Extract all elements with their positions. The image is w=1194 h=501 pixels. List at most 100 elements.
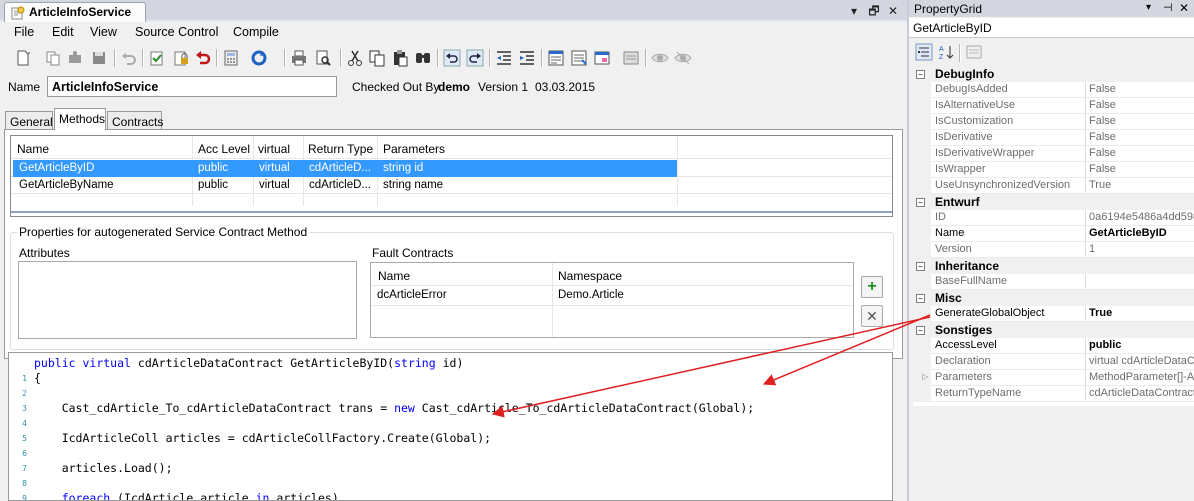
undo-red-icon[interactable] [194, 49, 212, 67]
calculator-icon[interactable] [222, 49, 240, 67]
property-value[interactable]: False [1089, 99, 1194, 111]
undo-icon[interactable] [443, 49, 461, 67]
property-row[interactable]: IsAlternativeUse False [913, 98, 1194, 114]
puzzle-icon[interactable] [66, 49, 84, 67]
property-value[interactable]: False [1089, 163, 1194, 175]
code-editor[interactable]: public virtual cdArticleDataContract Get… [8, 352, 893, 501]
property-value[interactable]: 0a6194e5486a4dd598 [1089, 211, 1194, 223]
dropdown-icon[interactable]: ▾ [1146, 2, 1151, 13]
view-icon[interactable] [651, 49, 669, 67]
selected-object-name[interactable]: GetArticleByID [909, 18, 1194, 38]
table-row[interactable]: GetArticleByID public virtual cdArticleD… [13, 160, 677, 177]
pin-icon[interactable]: ⊣ [1163, 1, 1173, 14]
print-icon[interactable] [290, 49, 308, 67]
cell-parameters[interactable]: string name [377, 177, 677, 194]
property-value[interactable]: MethodParameter[]-Arra [1089, 371, 1194, 383]
remove-fault-button[interactable]: ✕ [861, 305, 883, 327]
property-row[interactable]: ID 0a6194e5486a4dd598 [913, 210, 1194, 226]
property-value[interactable]: 1 [1089, 243, 1194, 255]
cell-return-type[interactable]: cdArticleD... [303, 160, 377, 177]
sort-alpha-icon[interactable]: AZ [937, 43, 955, 61]
undo-gray-icon[interactable] [120, 49, 138, 67]
tab-general[interactable]: General [5, 111, 53, 131]
cell-fault-name[interactable]: dcArticleError [371, 287, 552, 304]
property-value[interactable]: False [1089, 131, 1194, 143]
uncomment-icon[interactable] [570, 49, 588, 67]
categorized-icon[interactable] [915, 43, 933, 61]
add-fault-button[interactable]: + [861, 276, 883, 298]
paste-icon[interactable] [391, 49, 409, 67]
property-row[interactable]: AccessLevel public [913, 338, 1194, 354]
restore-icon[interactable]: 🗗 [866, 3, 882, 19]
cell-name[interactable]: GetArticleByID [13, 160, 192, 177]
menu-file[interactable]: File [14, 25, 34, 39]
property-row[interactable]: IsDerivativeWrapper False [913, 146, 1194, 162]
property-row[interactable]: IsWrapper False [913, 162, 1194, 178]
property-value[interactable]: GetArticleByID [1089, 227, 1194, 239]
save-icon[interactable] [90, 49, 108, 67]
menu-edit[interactable]: Edit [52, 25, 74, 39]
redo-icon[interactable] [466, 49, 484, 67]
form-icon[interactable] [622, 49, 640, 67]
checkin-icon[interactable] [148, 49, 166, 67]
hide-icon[interactable] [674, 49, 692, 67]
cell-virtual[interactable]: virtual [253, 160, 303, 177]
property-row[interactable]: Declaration virtual cdArticleDataCo [913, 354, 1194, 370]
property-value[interactable]: True [1089, 179, 1194, 191]
property-row[interactable]: GenerateGlobalObject True [913, 306, 1194, 322]
lock-icon[interactable] [172, 49, 190, 67]
collapse-icon[interactable]: − [916, 326, 925, 335]
property-row[interactable]: IsDerivative False [913, 130, 1194, 146]
menu-compile[interactable]: Compile [233, 25, 279, 39]
expand-icon[interactable]: ▷ [922, 372, 928, 381]
refresh-icon[interactable] [250, 49, 268, 67]
property-value[interactable]: False [1089, 115, 1194, 127]
category-entwurf[interactable]: − Entwurf [913, 194, 1194, 210]
cell-parameters[interactable]: string id [377, 160, 677, 177]
window-icon[interactable] [593, 49, 611, 67]
property-value[interactable]: True [1089, 307, 1194, 319]
copy-icon[interactable] [368, 49, 386, 67]
new-icon[interactable] [14, 49, 32, 67]
tab-methods[interactable]: Methods [54, 108, 106, 130]
property-row[interactable]: ReturnTypeName cdArticleDataContract [913, 386, 1194, 402]
menu-source-control[interactable]: Source Control [135, 25, 218, 39]
dropdown-icon[interactable]: ▾ [846, 3, 862, 19]
document-tab[interactable]: ArticleInfoService [4, 2, 146, 22]
cell-acc-level[interactable]: public [192, 160, 253, 177]
category-sonstiges[interactable]: − Sonstiges [913, 322, 1194, 338]
property-row[interactable]: DebugIsAdded False [913, 82, 1194, 98]
comment-icon[interactable] [547, 49, 565, 67]
collapse-icon[interactable]: − [916, 294, 925, 303]
property-row[interactable]: ▷ Parameters MethodParameter[]-Arra [913, 370, 1194, 386]
property-value[interactable]: False [1089, 147, 1194, 159]
property-row[interactable]: Version 1 [913, 242, 1194, 258]
print-preview-icon[interactable] [314, 49, 332, 67]
cut-icon[interactable] [346, 49, 364, 67]
table-row[interactable]: dcArticleError Demo.Article [371, 286, 853, 305]
collapse-icon[interactable]: − [916, 198, 925, 207]
cell-acc-level[interactable]: public [192, 177, 253, 194]
find-icon[interactable] [414, 49, 432, 67]
property-value[interactable]: public [1089, 339, 1194, 351]
table-row[interactable]: GetArticleByName public virtual cdArticl… [13, 177, 677, 194]
outdent-icon[interactable] [495, 49, 513, 67]
close-icon[interactable]: ✕ [885, 3, 901, 19]
menu-view[interactable]: View [90, 25, 117, 39]
cell-return-type[interactable]: cdArticleD... [303, 177, 377, 194]
close-icon[interactable]: ✕ [1179, 1, 1189, 15]
tab-contracts[interactable]: Contracts [107, 111, 163, 131]
cell-fault-namespace[interactable]: Demo.Article [552, 287, 852, 304]
property-value[interactable]: cdArticleDataContract [1089, 387, 1194, 399]
category-misc[interactable]: − Misc [913, 290, 1194, 306]
category-inheritance[interactable]: − Inheritance [913, 258, 1194, 274]
cell-virtual[interactable]: virtual [253, 177, 303, 194]
collapse-icon[interactable]: − [916, 70, 925, 79]
property-row[interactable]: BaseFullName [913, 274, 1194, 290]
collapse-icon[interactable]: − [916, 262, 925, 271]
name-input[interactable]: ArticleInfoService [47, 76, 337, 97]
property-value[interactable]: False [1089, 83, 1194, 95]
attributes-list[interactable] [18, 261, 357, 339]
cell-name[interactable]: GetArticleByName [13, 177, 192, 194]
property-row[interactable]: Name GetArticleByID [913, 226, 1194, 242]
